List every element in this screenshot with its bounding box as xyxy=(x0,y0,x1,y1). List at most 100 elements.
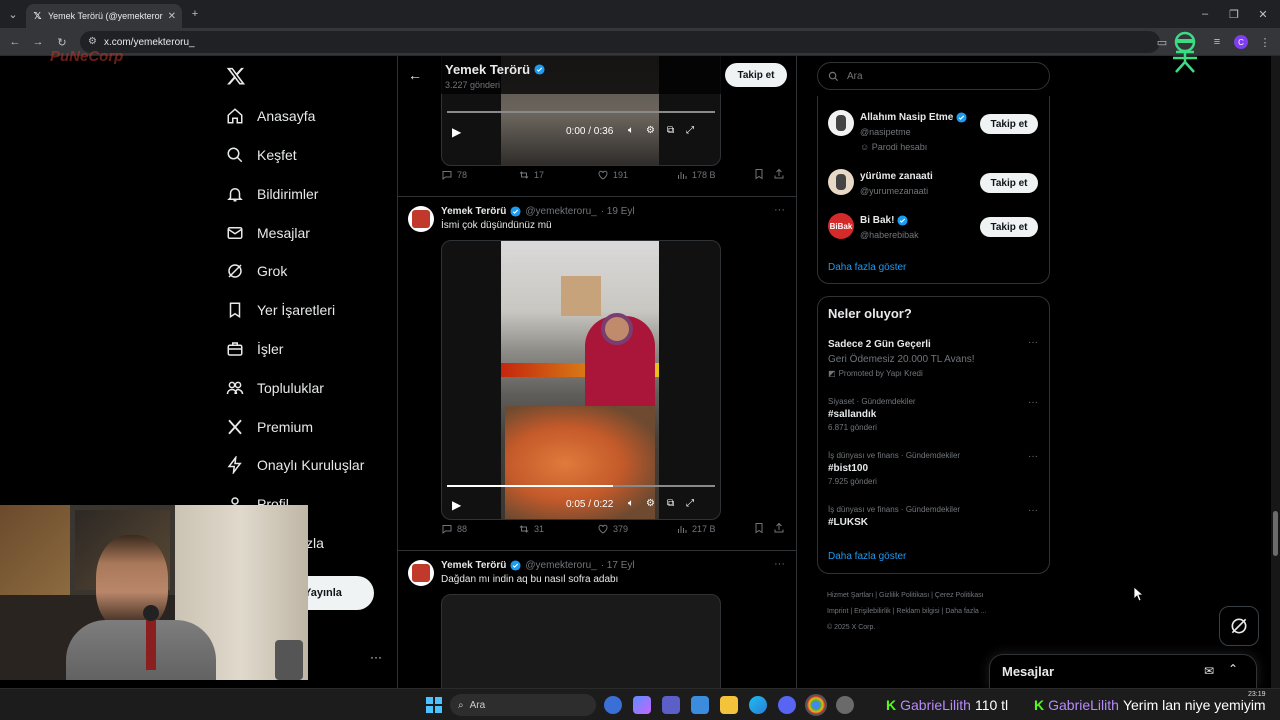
back-icon[interactable]: ← xyxy=(6,33,24,51)
settings-icon[interactable]: ⚙ xyxy=(646,125,655,136)
volume-icon[interactable]: 🔈︎ xyxy=(628,498,634,509)
nav-item-mail[interactable]: Mesajlar xyxy=(226,222,310,244)
tab-close-icon[interactable]: ✕ xyxy=(168,11,176,22)
nav-item-grok[interactable]: Grok xyxy=(226,260,287,282)
replies-action[interactable]: 88 xyxy=(441,523,467,535)
account-more-icon[interactable]: ··· xyxy=(370,650,382,664)
messages-drawer[interactable]: Mesajlar ✉ ⌃ xyxy=(989,654,1257,688)
replies-action[interactable]: 78 xyxy=(441,169,467,181)
grok-float-button[interactable] xyxy=(1219,606,1259,646)
restore-icon[interactable]: ❐ xyxy=(1225,5,1243,23)
trend-more-icon[interactable]: ··· xyxy=(1028,397,1038,408)
search-input[interactable] xyxy=(847,70,1027,82)
taskbar-search[interactable]: ⌕ Ara xyxy=(450,694,596,716)
tweet3-name[interactable]: Yemek Terörü xyxy=(441,560,506,571)
volume-icon[interactable]: 🔈︎ xyxy=(628,125,634,136)
nav-item-briefcase[interactable]: İşler xyxy=(226,338,283,360)
nav-item-search[interactable]: Keşfet xyxy=(226,144,297,166)
chrome-menu-icon[interactable]: ⋮ xyxy=(1256,33,1274,51)
tweet2-handle[interactable]: @yemekteroru_ xyxy=(525,206,596,217)
nav-item-home[interactable]: Anasayfa xyxy=(226,105,315,127)
footer-link[interactable]: Gizlilik Politikası xyxy=(879,592,929,599)
suggestion-avatar[interactable]: BiBak xyxy=(828,213,854,239)
windows-start-icon[interactable] xyxy=(426,697,442,713)
bookmark-action[interactable] xyxy=(753,522,765,536)
views-action[interactable]: 178 B xyxy=(676,169,716,181)
tweet2-name[interactable]: Yemek Terörü xyxy=(441,206,506,217)
new-message-icon[interactable]: ✉ xyxy=(1204,664,1214,678)
teams-icon[interactable] xyxy=(662,696,680,714)
views-action[interactable]: 217 B xyxy=(676,523,716,535)
suggestion-name[interactable]: Allahım Nasip Etme xyxy=(860,112,953,123)
x-logo-icon[interactable] xyxy=(226,66,246,86)
retweets-action[interactable]: 31 xyxy=(518,523,544,535)
tweet2-date[interactable]: · 19 Eyl xyxy=(601,206,635,217)
trend-more-icon[interactable]: ··· xyxy=(1028,505,1038,516)
footer-link[interactable]: Daha fazla ... xyxy=(945,608,986,615)
scrollbar-thumb[interactable] xyxy=(1273,511,1278,556)
nav-item-bell[interactable]: Bildirimler xyxy=(226,183,318,205)
tweet3-media[interactable] xyxy=(441,594,721,688)
play-icon[interactable]: ▶ xyxy=(452,125,461,139)
fullscreen-icon[interactable]: ⤢ xyxy=(686,498,694,509)
folder-icon[interactable] xyxy=(720,696,738,714)
new-tab-icon[interactable]: + xyxy=(186,5,204,23)
trend-more-icon[interactable]: ··· xyxy=(1028,451,1038,462)
pip-icon[interactable]: ⧉ xyxy=(667,125,674,136)
likes-action[interactable]: 379 xyxy=(597,523,628,535)
nav-item-people[interactable]: Topluluklar xyxy=(226,377,324,399)
bookmark-action[interactable] xyxy=(753,168,765,182)
site-info-icon[interactable]: ⚙ xyxy=(88,36,100,48)
share-action[interactable] xyxy=(773,168,785,182)
tweet3-date[interactable]: · 17 Eyl xyxy=(601,560,635,571)
suggestion-name[interactable]: Bi Bak! xyxy=(860,215,894,226)
suggestion-avatar[interactable] xyxy=(828,169,854,195)
tweet2-avatar[interactable] xyxy=(408,206,434,232)
window-close-icon[interactable]: ✕ xyxy=(1254,5,1272,23)
footer-link[interactable]: Reklam bilgisi xyxy=(896,608,939,615)
taskbar-clock[interactable]: 23:19 xyxy=(1248,691,1266,698)
settings-icon[interactable]: ⚙ xyxy=(646,498,655,509)
suggestion-name[interactable]: yürüme zanaati xyxy=(860,171,933,182)
tweet3-handle[interactable]: @yemekteroru_ xyxy=(525,560,596,571)
who-to-follow-show-more[interactable]: Daha fazla göster xyxy=(828,262,906,273)
app-icon[interactable] xyxy=(836,696,854,714)
footer-link[interactable]: Erişilebilirlik xyxy=(854,608,891,615)
fullscreen-icon[interactable]: ⤢ xyxy=(686,125,694,136)
retweets-action[interactable]: 17 xyxy=(518,169,544,181)
follow-suggestion[interactable]: BiBak Bi Bak! @haberebibak Takip et xyxy=(828,213,1043,253)
address-bar[interactable]: ⚙ x.com/yemekteroru_ xyxy=(80,31,1160,53)
search-box[interactable] xyxy=(817,62,1050,90)
follow-button[interactable]: Takip et xyxy=(980,114,1038,134)
collapse-icon[interactable]: ⌃ xyxy=(1228,662,1238,676)
taskview-icon[interactable] xyxy=(604,696,622,714)
page-scrollbar[interactable] xyxy=(1271,56,1280,688)
trend-item[interactable]: İş dünyası ve finans · Gündemdekiler #LUK… xyxy=(828,505,1043,553)
tab-search-icon[interactable]: ⌄ xyxy=(4,5,22,23)
tweet2-video[interactable]: ▶ 0:05 / 0:22 🔈︎ ⚙ ⧉ ⤢ xyxy=(441,240,721,520)
forward-icon[interactable]: → xyxy=(29,33,47,51)
tweet3-avatar[interactable] xyxy=(408,560,434,586)
discord-icon[interactable] xyxy=(778,696,796,714)
share-action[interactable] xyxy=(773,522,785,536)
trend-item[interactable]: Siyaset · Gündemdekiler #sallandık 6.871 g… xyxy=(828,397,1043,445)
play-icon[interactable]: ▶ xyxy=(452,498,461,512)
store-icon[interactable] xyxy=(691,696,709,714)
edge-icon[interactable] xyxy=(749,696,767,714)
minimize-icon[interactable]: – xyxy=(1196,5,1214,23)
header-follow-button[interactable]: Takip et xyxy=(725,63,787,87)
follow-button[interactable]: Takip et xyxy=(980,217,1038,237)
media-control-icon[interactable]: ≡ xyxy=(1208,33,1226,51)
tweet3-more-icon[interactable]: ··· xyxy=(774,558,785,570)
pip-icon[interactable]: ⧉ xyxy=(667,498,674,509)
nav-item-bolt[interactable]: Onaylı Kuruluşlar xyxy=(226,454,364,476)
trend-item[interactable]: İş dünyası ve finans · Gündemdekiler #bis… xyxy=(828,451,1043,499)
nav-item-bookmark[interactable]: Yer İşaretleri xyxy=(226,299,335,321)
trends-show-more[interactable]: Daha fazla göster xyxy=(828,551,906,562)
suggestion-avatar[interactable] xyxy=(828,110,854,136)
footer-link[interactable]: Hizmet Şartları xyxy=(827,592,873,599)
copilot-icon[interactable] xyxy=(633,696,651,714)
browser-tab[interactable]: 𝕏 Yemek Terörü (@yemekteroru_) ✕ xyxy=(26,4,182,28)
profile-avatar[interactable]: C xyxy=(1232,33,1250,51)
back-arrow-icon[interactable]: ← xyxy=(408,67,422,83)
